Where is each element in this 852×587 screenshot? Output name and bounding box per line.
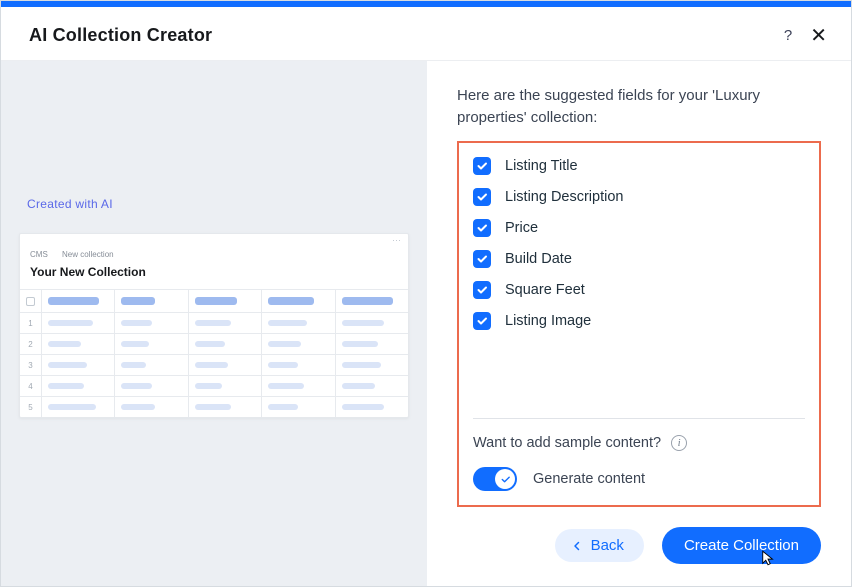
field-label: Build Date (505, 251, 572, 267)
preview-collection-title: Your New Collection (20, 265, 408, 289)
sample-content-row: Want to add sample content? i (473, 435, 805, 451)
ai-badge: Created with AI (27, 197, 409, 211)
create-button-label: Create Collection (684, 537, 799, 554)
table-row-num: 4 (20, 376, 42, 396)
collection-preview-card: ⋯ CMS New collection Your New Collection (19, 233, 409, 418)
preview-table: 1 2 (20, 289, 408, 417)
check-icon (476, 253, 488, 265)
breadcrumb-current: New collection (62, 250, 114, 259)
field-label: Listing Title (505, 158, 578, 174)
field-item: Listing Image (473, 312, 805, 330)
info-icon[interactable]: i (671, 435, 687, 451)
preview-panel: Created with AI ⋯ CMS New collection You… (1, 61, 427, 586)
field-checkbox[interactable] (473, 312, 491, 330)
field-item: Build Date (473, 250, 805, 268)
generate-content-row: Generate content (473, 467, 805, 491)
close-icon[interactable]: ✕ (810, 26, 827, 46)
check-icon (476, 191, 488, 203)
create-collection-button[interactable]: Create Collection (662, 527, 821, 564)
modal-header: AI Collection Creator ? ✕ (1, 7, 851, 61)
field-checkbox[interactable] (473, 219, 491, 237)
field-checkbox[interactable] (473, 281, 491, 299)
table-row-num: 5 (20, 397, 42, 417)
cursor-icon (759, 549, 777, 572)
back-button[interactable]: Back (555, 529, 644, 562)
field-label: Listing Description (505, 189, 623, 205)
field-checkbox[interactable] (473, 250, 491, 268)
divider (473, 418, 805, 419)
modal-title: AI Collection Creator (29, 25, 212, 46)
window-dots-icon: ⋯ (392, 235, 402, 246)
table-row-num: 2 (20, 334, 42, 354)
field-checkbox[interactable] (473, 157, 491, 175)
field-label: Square Feet (505, 282, 585, 298)
preview-breadcrumb: CMS New collection (20, 246, 408, 265)
intro-text: Here are the suggested fields for your '… (457, 85, 821, 129)
check-icon (476, 315, 488, 327)
check-icon (476, 160, 488, 172)
field-label: Listing Image (505, 313, 591, 329)
field-item: Listing Description (473, 188, 805, 206)
suggested-fields-list: Listing Title Listing Description Price (473, 157, 805, 330)
generate-content-toggle[interactable] (473, 467, 517, 491)
table-row-num: 1 (20, 313, 42, 333)
field-item: Price (473, 219, 805, 237)
help-icon[interactable]: ? (784, 27, 792, 44)
field-item: Listing Title (473, 157, 805, 175)
preview-select-all-icon (26, 297, 35, 306)
check-icon (500, 474, 511, 485)
check-icon (476, 222, 488, 234)
back-button-label: Back (591, 537, 624, 554)
field-checkbox[interactable] (473, 188, 491, 206)
highlight-region: Listing Title Listing Description Price (457, 141, 821, 508)
config-panel: Here are the suggested fields for your '… (427, 61, 851, 586)
chevron-left-icon (571, 540, 583, 552)
breadcrumb-root: CMS (30, 250, 48, 259)
field-label: Price (505, 220, 538, 236)
field-item: Square Feet (473, 281, 805, 299)
generate-content-label: Generate content (533, 471, 645, 487)
sample-content-label: Want to add sample content? (473, 435, 661, 451)
toggle-knob (495, 469, 515, 489)
check-icon (476, 284, 488, 296)
table-row-num: 3 (20, 355, 42, 375)
footer-actions: Back Create Collection (457, 527, 821, 564)
